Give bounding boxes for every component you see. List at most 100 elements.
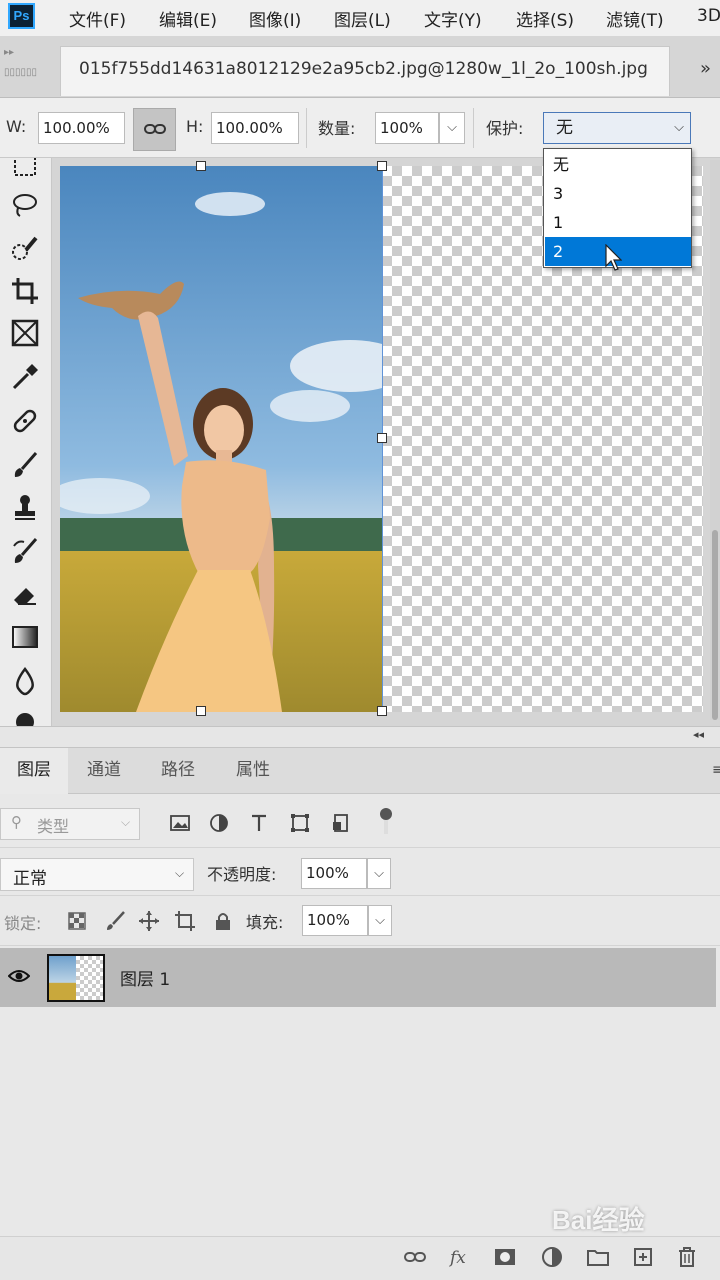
lock-artboard-icon[interactable] <box>174 910 196 936</box>
document-tab-title: 015f755dd14631a8012129e2a95cb2.jpg@1280w… <box>79 59 648 79</box>
lock-all-icon[interactable] <box>212 910 234 936</box>
protect-label: 保护: <box>486 119 524 138</box>
protect-option-none[interactable]: 无 <box>545 150 691 179</box>
new-layer-icon[interactable] <box>631 1245 655 1273</box>
panel-grip-icon[interactable]: ▸▸ ▯▯▯▯▯▯ <box>4 48 40 78</box>
amount-field[interactable]: 100% <box>375 112 439 144</box>
transform-handle[interactable] <box>377 433 387 443</box>
marquee-tool[interactable] <box>8 158 42 184</box>
lock-transparent-icon[interactable] <box>66 910 88 936</box>
photo-layer-image[interactable] <box>60 166 382 712</box>
lock-label: 锁定: <box>4 914 42 933</box>
transform-handle[interactable] <box>377 706 387 716</box>
lock-position-move-icon[interactable] <box>138 910 160 936</box>
tab-layers[interactable]: 图层 <box>0 748 68 794</box>
menu-type[interactable]: 文字(Y) <box>424 6 482 31</box>
protect-option-1[interactable]: 1 <box>545 208 691 237</box>
blur-tool[interactable] <box>8 664 42 698</box>
gradient-tool[interactable] <box>8 620 42 654</box>
healing-brush-tool[interactable] <box>8 404 42 438</box>
transform-handle[interactable] <box>196 161 206 171</box>
search-icon: ⚲ <box>11 813 22 831</box>
blend-mode-row: 正常 ⌵ 不透明度: 100% ⌵ <box>0 848 720 896</box>
transform-handle[interactable] <box>377 161 387 171</box>
panel-menu-icon[interactable]: ≡ <box>712 762 720 778</box>
menu-image[interactable]: 图像(I) <box>249 6 301 31</box>
layer-name[interactable]: 图层 1 <box>120 965 170 990</box>
dodge-tool[interactable] <box>8 706 42 726</box>
height-label: H: <box>186 117 204 136</box>
document-tab[interactable]: 015f755dd14631a8012129e2a95cb2.jpg@1280w… <box>60 46 670 96</box>
brush-tool[interactable] <box>8 448 42 482</box>
protect-option-3[interactable]: 3 <box>545 179 691 208</box>
gradient-icon <box>12 626 38 648</box>
toggle-knob-icon <box>380 808 392 820</box>
quick-selection-icon <box>12 236 38 260</box>
menu-select[interactable]: 选择(S) <box>516 6 574 31</box>
protect-select[interactable]: 无 ⌵ <box>543 112 691 144</box>
water-drop-icon <box>16 666 34 696</box>
lasso-tool[interactable] <box>8 188 42 222</box>
tab-paths[interactable]: 路径 <box>140 748 216 794</box>
link-layers-icon[interactable] <box>403 1245 427 1273</box>
filter-shape-icon[interactable] <box>289 812 311 838</box>
crop-tool[interactable] <box>8 274 42 308</box>
opacity-dropdown-button[interactable]: ⌵ <box>367 858 391 889</box>
menu-layer[interactable]: 图层(L) <box>334 6 391 31</box>
width-label: W: <box>6 117 27 136</box>
mouse-cursor-icon <box>605 244 622 271</box>
history-brush-tool[interactable] <box>8 534 42 568</box>
collapse-panels-icon[interactable]: ◂◂ <box>693 728 704 741</box>
eraser-tool[interactable] <box>8 578 42 612</box>
add-mask-icon[interactable] <box>493 1245 517 1273</box>
filter-kind-select[interactable]: ⚲ 类型 ⌵ <box>0 808 140 840</box>
width-field[interactable]: 100.00% <box>38 112 125 144</box>
filter-toggle[interactable] <box>380 808 392 838</box>
lasso-icon <box>13 194 37 217</box>
eraser-icon <box>14 588 36 605</box>
opacity-label: 不透明度: <box>207 865 277 884</box>
new-group-icon[interactable] <box>586 1245 610 1273</box>
blend-mode-select[interactable]: 正常 ⌵ <box>0 858 194 891</box>
fx-icon[interactable]: fx <box>448 1245 472 1273</box>
toggle-track <box>384 820 388 834</box>
panel-tabs: 图层 通道 路径 属性 ≡ <box>0 748 720 794</box>
tab-channels[interactable]: 通道 <box>68 748 140 794</box>
layer-row[interactable]: 图层 1 <box>0 948 716 1007</box>
transform-handle[interactable] <box>196 706 206 716</box>
photoshop-logo: Ps <box>8 3 35 29</box>
menu-file[interactable]: 文件(F) <box>69 6 126 31</box>
eyedropper-tool[interactable] <box>8 360 42 394</box>
lock-pixels-brush-icon[interactable] <box>104 910 126 936</box>
clone-stamp-tool[interactable] <box>8 490 42 524</box>
amount-dropdown-button[interactable]: ⌵ <box>439 112 465 144</box>
quick-selection-tool[interactable] <box>8 232 42 266</box>
filter-smart-object-icon[interactable] <box>330 812 352 838</box>
menu-3d[interactable]: 3D <box>697 6 720 26</box>
chevron-down-icon: ⌵ <box>447 120 457 135</box>
filter-type-icon[interactable] <box>248 812 270 838</box>
height-field[interactable]: 100.00% <box>211 112 299 144</box>
divider <box>306 108 307 148</box>
link-dimensions-button[interactable] <box>133 108 176 151</box>
tab-properties[interactable]: 属性 <box>216 748 290 794</box>
stamp-icon <box>15 495 35 520</box>
visibility-eye-icon[interactable] <box>8 968 30 984</box>
fill-dropdown-button[interactable]: ⌵ <box>368 905 392 936</box>
adjustment-layer-icon[interactable] <box>540 1245 564 1273</box>
link-icon <box>143 124 166 134</box>
filter-pixel-icon[interactable] <box>169 812 191 838</box>
amount-label: 数量: <box>318 119 356 138</box>
frame-tool[interactable] <box>8 316 42 350</box>
menu-edit[interactable]: 编辑(E) <box>159 6 217 31</box>
menu-filter[interactable]: 滤镜(T) <box>606 6 664 31</box>
layer-filter-row: ⚲ 类型 ⌵ <box>0 798 720 848</box>
delete-layer-icon[interactable] <box>675 1245 699 1273</box>
opacity-field[interactable]: 100% <box>301 858 367 889</box>
scrollbar-thumb[interactable] <box>712 530 718 720</box>
tab-overflow-icon[interactable]: » <box>700 58 711 79</box>
brush-icon <box>14 452 38 477</box>
fill-field[interactable]: 100% <box>302 905 368 936</box>
chevron-down-icon: ⌵ <box>674 120 684 135</box>
filter-adjustment-icon[interactable] <box>208 812 230 838</box>
